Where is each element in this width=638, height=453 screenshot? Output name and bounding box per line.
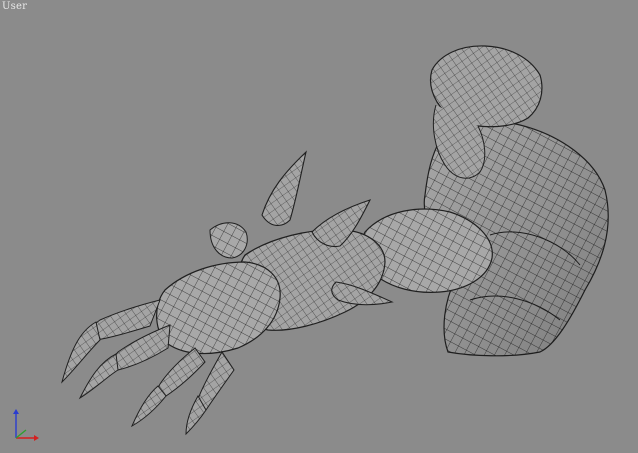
perspective-viewport[interactable]: User — [0, 0, 638, 453]
model-mesh[interactable] — [0, 0, 638, 453]
axis-gizmo-svg — [13, 409, 39, 441]
axis-gizmo — [8, 404, 44, 446]
mesh-svg — [61, 45, 609, 436]
hand-mesh — [156, 222, 281, 355]
